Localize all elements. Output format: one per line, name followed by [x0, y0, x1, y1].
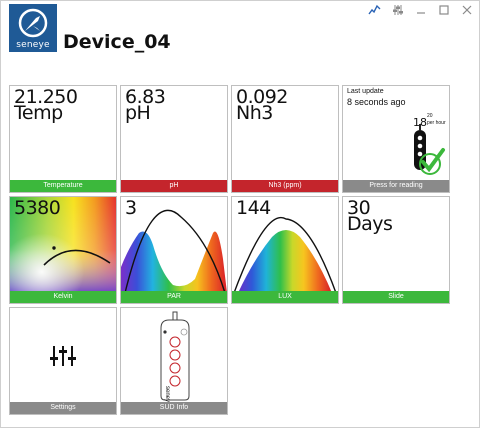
lux-value: 144: [236, 197, 271, 219]
par-status-bar: PAR: [121, 291, 227, 303]
slide-unit: Days: [347, 213, 393, 235]
par-value: 3: [125, 197, 137, 219]
settings-button[interactable]: Settings: [10, 402, 116, 414]
temperature-status-bar: Temperature: [10, 180, 116, 192]
slide-tile[interactable]: 30 Days Slide: [342, 196, 450, 304]
settings-tile[interactable]: Settings: [9, 307, 117, 415]
graph-icon[interactable]: [368, 4, 381, 16]
lux-tile[interactable]: 144 LUX: [231, 196, 339, 304]
ph-unit: pH: [125, 102, 151, 124]
nh3-tile[interactable]: 0.092 Nh3 Nh3 (ppm): [231, 85, 339, 193]
minimize-icon[interactable]: [414, 4, 427, 16]
nh3-unit: Nh3: [236, 102, 273, 124]
ph-tile[interactable]: 6.83 pH pH: [120, 85, 228, 193]
kelvin-status-bar: Kelvin: [10, 291, 116, 303]
slide-status-bar: Slide: [343, 291, 449, 303]
sliders-icon[interactable]: [391, 4, 404, 16]
seneye-logo: seneye: [9, 4, 57, 52]
nh3-status-bar: Nh3 (ppm): [232, 180, 338, 192]
app-window: seneye Device_04 21.250 Temp Temperature…: [0, 0, 480, 428]
last-update-time: 8 seconds ago: [347, 97, 406, 107]
ph-status-bar: pH: [121, 180, 227, 192]
maximize-icon[interactable]: [437, 4, 450, 16]
temperature-tile[interactable]: 21.250 Temp Temperature: [9, 85, 117, 193]
par-tile[interactable]: 3 PAR: [120, 196, 228, 304]
reading-tile[interactable]: Last update 8 seconds ago 18 20 per hour…: [342, 85, 450, 193]
temperature-unit: Temp: [14, 102, 63, 124]
last-update-title: Last update: [347, 88, 384, 95]
logo-text: seneye: [16, 40, 50, 50]
kelvin-value: 5380: [14, 197, 61, 219]
close-icon[interactable]: [460, 4, 473, 16]
sud-info-tile[interactable]: seneye SUD Info: [120, 307, 228, 415]
sud-device-icon: seneye: [160, 311, 190, 402]
settings-sliders-icon: [50, 346, 76, 366]
reading-rate-max: 20: [427, 113, 433, 119]
device-reading-icon: [414, 124, 445, 175]
device-title: Device_04: [63, 31, 171, 53]
sud-brand-text: seneye: [164, 386, 170, 402]
press-for-reading-button[interactable]: Press for reading: [343, 180, 449, 192]
titlebar-controls: [368, 4, 473, 16]
par-spectrum-chart: [121, 209, 227, 293]
sud-info-button[interactable]: SUD Info: [121, 402, 227, 414]
lux-status-bar: LUX: [232, 291, 338, 303]
kelvin-tile[interactable]: 5380 Kelvin: [9, 196, 117, 304]
